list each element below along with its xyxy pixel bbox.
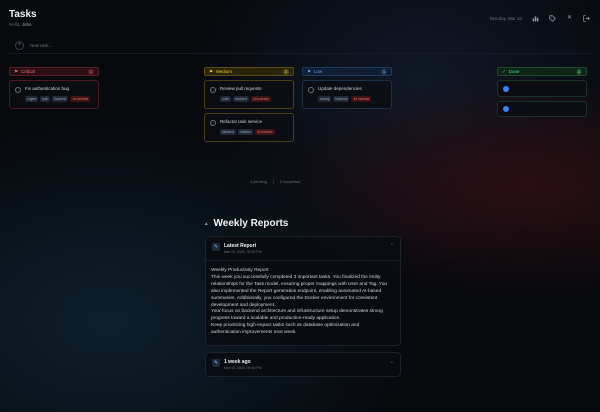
priority-icon: ⚑ [307,68,312,74]
task-tag: backend [333,95,350,102]
page-header: Tasks Hello, John Monday, Mar 10 ✕ [9,9,590,33]
greeting: Hello, John [9,22,590,27]
report-icon: ✎ [212,359,220,368]
report-name: Latest Report [224,243,257,249]
pending-count: 4 pending [250,180,267,184]
task-card-done[interactable] [497,100,587,117]
report-name: 1 week ago [224,359,251,366]
task-checkbox[interactable] [308,86,314,93]
report-header[interactable]: ✎ 1 week ago Mar 03, 2025, 09:40 PM ⌄ [206,353,400,376]
column-header: ⚑ Medium 2 [204,67,294,76]
column-done: ✓ Done 2 [497,67,587,117]
report-line: summaries. Additionally, you configured … [211,295,378,301]
report-card-latest: ✎ Latest Report Mar 10, 2025, 02:30 PM ⌃… [205,236,401,347]
task-tag: auth [40,95,51,102]
task-card-done[interactable] [497,80,587,97]
task-title: Fix authentication bug [25,86,70,91]
greeting-prefix: Hello, [9,22,21,27]
report-date: Mar 03, 2025, 09:40 PM [224,366,262,371]
task-title: Review pull requests [220,86,262,91]
column-title: Critical [21,69,35,74]
chevron-up-icon[interactable]: ⌃ [390,243,394,249]
report-icon: ✎ [212,243,220,251]
task-checkbox[interactable] [15,86,21,93]
stats-icon[interactable] [532,15,539,22]
completed-count: 2 completed [279,180,301,184]
logout-icon[interactable] [583,15,590,22]
report-line: authentication improvements next week. [211,330,297,336]
task-tag: backend [220,128,237,135]
task-card[interactable]: Fix authentication bug urgent auth backe… [9,80,99,109]
new-task-input[interactable] [30,43,230,48]
column-critical: ⚑ Critical 1 Fix authentication bug urge… [9,67,99,109]
due-badge: 3d overdue [254,128,275,135]
report-line: relationships for the Task model, ensuri… [211,281,388,287]
column-header: ⚑ Critical 1 [9,67,99,76]
task-stats: 4 pending | 2 completed [250,180,300,184]
due-badge: 1d overdue [70,95,91,102]
column-header: ✓ Done 2 [497,67,587,76]
column-count: 2 [283,68,289,75]
priority-icon: ⚑ [14,68,19,74]
column-header: ⚑ Low 1 [302,67,392,76]
task-checkbox[interactable] [210,86,216,93]
task-title: Refactor task service [220,119,263,124]
column-title: Medium [216,69,233,74]
user-name: John [21,22,32,27]
task-tag: code [220,95,231,102]
current-date: Monday, Mar 10 [489,16,522,21]
done-icon: ✓ [502,68,506,74]
column-title: Low [314,69,323,74]
column-low: ⚑ Low 1 Update dependencies tooling back… [302,67,392,109]
column-count: 2 [576,68,582,75]
report-header[interactable]: ✎ Latest Report Mar 10, 2025, 02:30 PM ⌃ [206,237,400,260]
report-body: Weekly Productivity Report This week you… [206,260,400,345]
due-badge: 2d overdue [250,95,271,102]
column-count: 1 [381,68,387,75]
report-line: Weekly Productivity Report [211,268,269,273]
reports-heading[interactable]: ▴ Weekly Reports [205,218,401,229]
header-actions: Monday, Mar 10 ✕ [490,15,590,22]
column-medium: ⚑ Medium 2 Review pull requests code bac… [204,67,294,142]
new-task-bar: + [9,38,591,54]
task-title: Update dependencies [318,86,362,91]
collapse-chevron-icon[interactable]: ▴ [205,221,208,227]
chevron-down-icon[interactable]: ⌄ [390,359,394,365]
column-count: 1 [88,68,94,75]
task-card[interactable]: Review pull requests code backend 2d ove… [204,80,294,109]
task-card[interactable]: Update dependencies tooling backend 4d o… [302,80,392,109]
report-card-older[interactable]: ✎ 1 week ago Mar 03, 2025, 09:40 PM ⌄ [205,352,401,378]
report-line: also implemented the Report generation e… [211,288,382,294]
add-task-icon[interactable]: + [15,41,24,50]
column-title: Done [508,69,520,74]
reports-title: Weekly Reports [213,218,289,229]
task-card[interactable]: Refactor task service backend refactor 3… [204,113,294,142]
tag-icon[interactable] [549,15,556,22]
task-tag: backend [52,95,69,102]
task-checkbox-checked[interactable] [503,106,509,112]
report-line: This week you successfully completed 3 i… [211,274,381,280]
close-icon[interactable]: ✕ [566,15,573,22]
task-checkbox[interactable] [210,119,216,126]
task-tag: refactor [238,128,253,135]
due-badge: 4d overdue [351,95,372,102]
task-tag: backend [232,95,249,102]
report-date: Mar 10, 2025, 02:30 PM [224,250,262,254]
task-checkbox-checked[interactable] [503,85,509,92]
stats-divider: | [272,180,274,184]
priority-icon: ⚑ [209,68,214,74]
weekly-reports-section: ▴ Weekly Reports ✎ Latest Report Mar 10,… [205,218,401,378]
task-tag: urgent [25,95,39,102]
task-tag: tooling [318,95,332,102]
